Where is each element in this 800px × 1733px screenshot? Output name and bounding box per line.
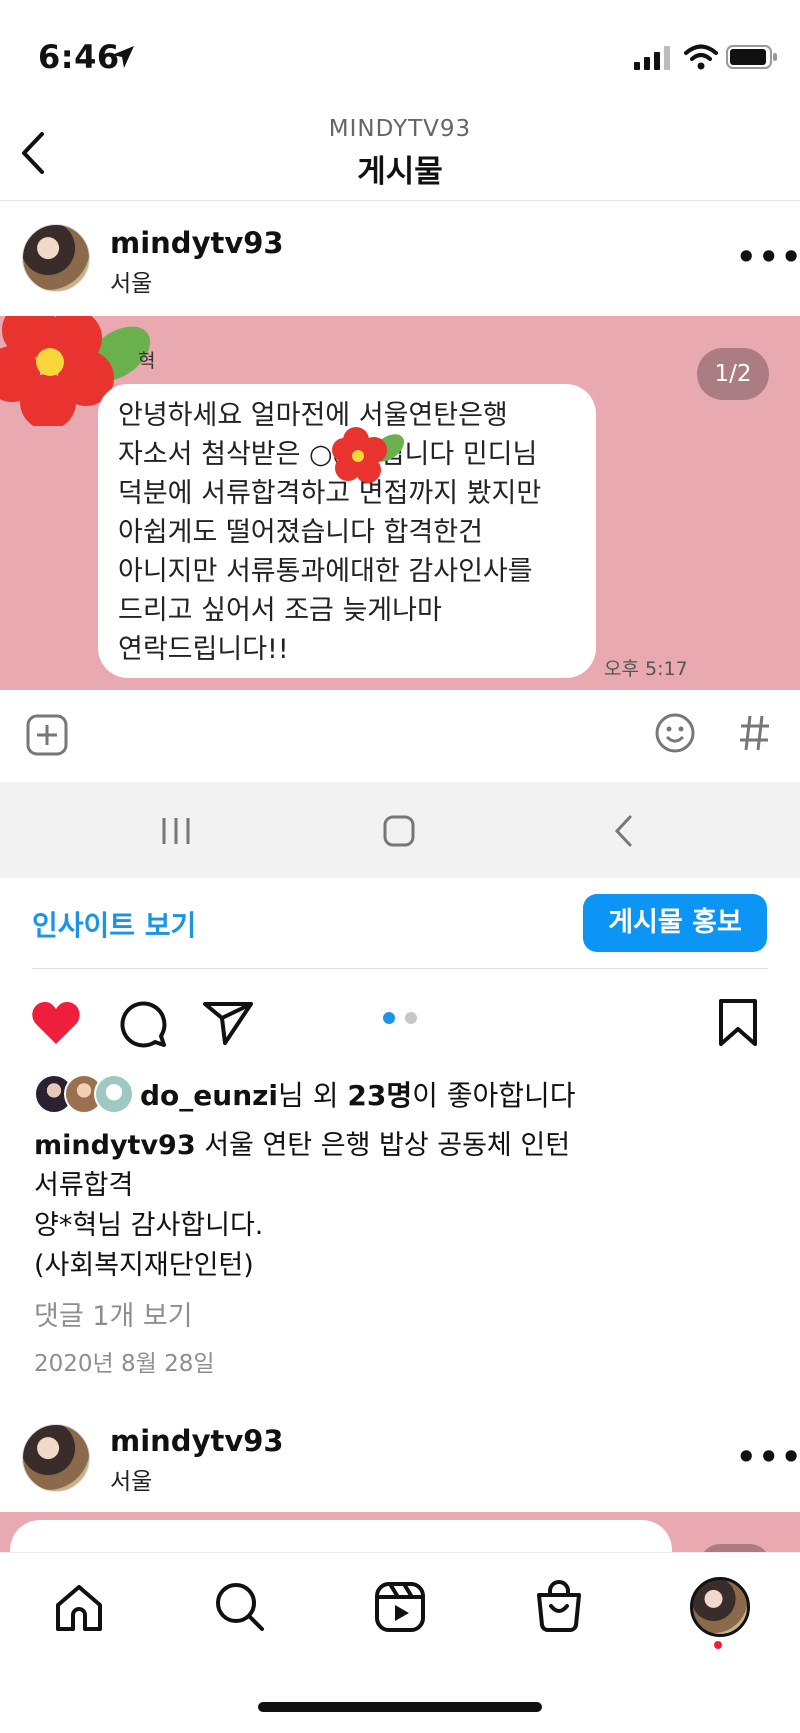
insights-link[interactable]: 인사이트 보기 [32, 904, 196, 944]
view-comments-link[interactable]: 댓글 1개 보기 [34, 1294, 193, 1333]
add-icon[interactable] [26, 714, 68, 756]
header-account: MINDYTV93 [328, 116, 472, 142]
post-username[interactable]: mindytv93 [110, 226, 284, 260]
bookmark-icon[interactable] [718, 998, 758, 1048]
shop-icon[interactable] [534, 1579, 584, 1633]
next-post-username[interactable]: mindytv93 [110, 1424, 284, 1458]
android-navigation-bar [0, 782, 800, 878]
comment-icon[interactable] [116, 998, 168, 1048]
battery-icon [726, 45, 777, 69]
status-time: 6:46 [38, 38, 120, 76]
likes-suffix-2: 이 좋아합니다 [412, 1079, 576, 1112]
liker-username[interactable]: do_eunzi [140, 1079, 278, 1112]
liker-avatar [94, 1074, 134, 1114]
next-post-page-indicator [700, 1544, 770, 1552]
search-icon[interactable] [214, 1581, 266, 1633]
signal-icon [634, 46, 670, 70]
hashtag-icon[interactable] [738, 712, 772, 754]
next-post-location[interactable]: 서울 [110, 1462, 152, 1496]
flower-sticker-small-icon [332, 427, 405, 483]
share-icon[interactable] [202, 1000, 254, 1046]
post-date: 2020년 8월 28일 [34, 1351, 215, 1377]
next-post-image[interactable] [0, 1512, 800, 1552]
location-arrow-icon [112, 46, 134, 68]
home-indicator[interactable] [258, 1702, 542, 1712]
next-post-bubble [10, 1520, 672, 1552]
caption-username[interactable]: mindytv93 [34, 1130, 196, 1161]
page-title: 게시물 [357, 154, 443, 190]
wifi-icon [684, 44, 718, 70]
android-back-icon[interactable] [612, 814, 636, 848]
home-icon[interactable] [54, 1583, 104, 1633]
emoji-icon[interactable] [654, 712, 696, 754]
notification-dot [714, 1641, 722, 1649]
likes-suffix-1: 님 외 [278, 1079, 348, 1112]
carousel-page-indicator: 1/2 [697, 348, 769, 400]
post-avatar[interactable] [22, 224, 90, 292]
chat-time: 오후 5:17 [604, 658, 688, 680]
reels-icon[interactable] [374, 1581, 426, 1633]
chat-composer-bar [0, 690, 800, 782]
profile-icon[interactable] [690, 1577, 750, 1637]
carousel-dot [405, 1012, 417, 1024]
carousel-dot-active [383, 1012, 395, 1024]
next-post-avatar[interactable] [22, 1424, 90, 1492]
next-post-more-icon[interactable]: ••• [736, 1438, 800, 1476]
likes-count[interactable]: 23명 [347, 1079, 412, 1112]
header-divider [0, 200, 800, 201]
post-caption: mindytv93 서울 연탄 은행 밥상 공동체 인턴 서류합격 양*혁님 감… [34, 1126, 774, 1286]
post-location[interactable]: 서울 [110, 264, 152, 298]
more-icon[interactable]: ••• [736, 238, 800, 276]
chat-sender-name: 혁 [138, 350, 156, 372]
insights-divider [32, 968, 768, 969]
recent-apps-icon[interactable] [160, 816, 192, 846]
android-home-icon[interactable] [382, 814, 416, 848]
likes-summary[interactable]: do_eunzi님 외 23명이 좋아합니다 [140, 1074, 576, 1114]
promote-button[interactable]: 게시물 홍보 [583, 894, 767, 952]
heart-icon[interactable] [30, 1000, 82, 1046]
